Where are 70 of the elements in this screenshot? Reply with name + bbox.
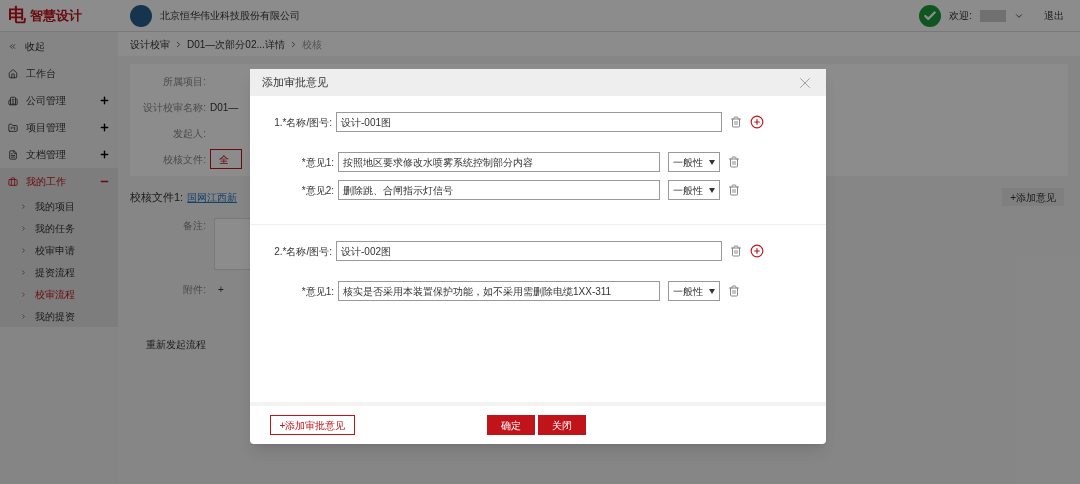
delete-icon[interactable]: [728, 184, 740, 196]
opinion-field[interactable]: 按照地区要求修改水喷雾系统控制部分内容: [338, 152, 660, 172]
chevron-icon: [20, 224, 27, 232]
chevron-icon: [174, 39, 183, 49]
field-label: *意见1:: [300, 284, 335, 299]
plus-icon[interactable]: [99, 149, 110, 160]
dropdown-arrow-icon: [709, 159, 715, 165]
chevron-icon: [20, 202, 27, 210]
drawing-name-field[interactable]: 设计-002图: [336, 241, 722, 261]
logout-link[interactable]: 退出: [1044, 8, 1064, 23]
opinion-field[interactable]: 删除跳、合闸指示灯信号: [338, 180, 660, 200]
confirm-button[interactable]: 确定: [487, 415, 535, 435]
chevron-icon: [20, 246, 27, 254]
plus-icon[interactable]: [99, 122, 110, 133]
company-name: 北京恒华伟业科技股份有限公司: [160, 9, 300, 23]
field-value: D01—: [210, 100, 239, 115]
sidebar-item[interactable]: 文档管理: [26, 147, 66, 162]
sidebar-subitem[interactable]: 我的项目: [35, 198, 75, 214]
add-icon[interactable]: [750, 244, 764, 258]
field-label: *意见2:: [300, 183, 335, 198]
chevron-icon: [20, 312, 27, 320]
field-label: 1.*名称/图号:: [273, 115, 333, 130]
double-chevron-icon[interactable]: [8, 41, 17, 51]
logo-text: 智慧设计: [30, 6, 82, 25]
restart-flow-link[interactable]: 重新发起流程: [146, 339, 206, 350]
sidebar-subitem[interactable]: 校审申请: [35, 242, 75, 258]
collapse-button[interactable]: 收起: [25, 38, 45, 54]
sidebar-subitem[interactable]: 提资流程: [35, 264, 75, 280]
delete-icon[interactable]: [730, 116, 742, 128]
close-button[interactable]: 关闭: [538, 415, 586, 435]
field-label: 2.*名称/图号:: [273, 244, 333, 259]
sidebar-subitem[interactable]: 我的提资: [35, 308, 75, 324]
username-placeholder: [980, 9, 1006, 22]
add-approval-button[interactable]: +添加审批意见: [270, 415, 355, 435]
dialog-title: 添加审批意见: [262, 75, 328, 91]
file-label: 校核文件1:: [130, 189, 184, 205]
delete-icon[interactable]: [730, 245, 742, 257]
sidebar-item[interactable]: 工作台: [26, 66, 56, 81]
field-label: 校核文件:: [162, 152, 206, 167]
add-icon[interactable]: [750, 115, 764, 129]
breadcrumb-item[interactable]: D01—次部分02...详情: [187, 36, 285, 52]
check-icon[interactable]: [919, 4, 942, 27]
chevron-icon: [20, 268, 27, 276]
opinion-field[interactable]: 核实是否采用本装置保护功能，如不采用需删除电缆1XX-311: [338, 281, 660, 301]
breadcrumb-item[interactable]: 设计校审: [130, 36, 170, 52]
sidebar-item[interactable]: 项目管理: [26, 120, 66, 135]
severity-select[interactable]: 一般性: [668, 180, 720, 200]
logo-mark: 电: [8, 4, 26, 27]
welcome-label: 欢迎:: [949, 9, 972, 23]
severity-select[interactable]: 一般性: [668, 281, 720, 301]
add-opinion-button[interactable]: +添加意见: [1002, 188, 1064, 206]
attachment-button[interactable]: +: [218, 282, 224, 297]
dropdown-arrow-icon: [709, 288, 715, 294]
plus-icon[interactable]: [99, 95, 110, 106]
sidebar-item[interactable]: 公司管理: [26, 93, 66, 108]
sidebar-subitem[interactable]: 我的任务: [35, 220, 75, 236]
file-link[interactable]: 国网江西新: [187, 189, 238, 205]
drawing-name-field[interactable]: 设计-001图: [336, 112, 722, 132]
field-label: *意见1:: [300, 155, 335, 170]
delete-icon[interactable]: [728, 156, 740, 168]
sidebar-subitem[interactable]: 校审流程: [35, 286, 75, 302]
select-all-button[interactable]: 全: [210, 149, 242, 169]
severity-select[interactable]: 一般性: [668, 152, 720, 172]
field-label: 发起人:: [172, 126, 206, 141]
company-logo-icon: [130, 4, 152, 27]
field-label: 附件:: [182, 283, 206, 297]
dropdown-arrow-icon: [709, 187, 715, 193]
chevron-icon: [20, 290, 27, 298]
sidebar-item[interactable]: 我的工作: [26, 174, 66, 189]
delete-icon[interactable]: [728, 285, 740, 297]
